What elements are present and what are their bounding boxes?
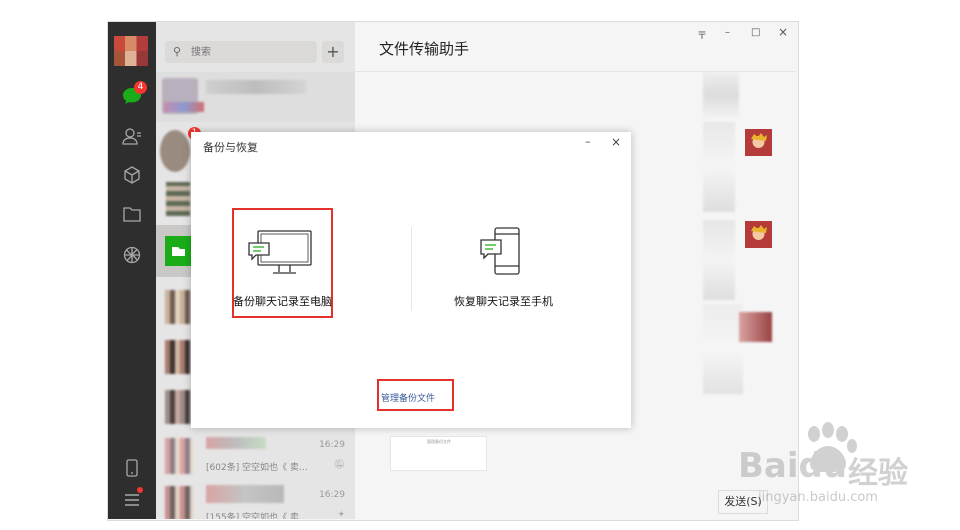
menu-dot — [137, 487, 143, 493]
pin-window-button[interactable]: 〒 — [697, 27, 707, 42]
menu-icon[interactable] — [120, 487, 144, 512]
dialog-minimize-button[interactable]: – — [585, 135, 591, 148]
unread-badge: 4 — [134, 81, 147, 94]
chat-title: 文件传输助手 — [379, 40, 470, 58]
dialog-close-button[interactable]: × — [611, 135, 621, 149]
phone-icon[interactable] — [120, 456, 144, 480]
baidu-watermark: Baidu 经验 jingyan.baidu.com — [728, 420, 948, 520]
avatar — [745, 129, 772, 156]
backup-restore-dialog: 备份与恢复 – × 备份聊天记录至电脑 恢复聊天记录至手机 管理备份文件 — [191, 132, 631, 428]
baidu-brand: Baidu — [738, 446, 848, 486]
chat-preview: [602条] 空空如也《 卖… — [206, 463, 308, 473]
chat-preview: [155条] 空空如也《 卖… — [206, 513, 308, 519]
avatar — [739, 312, 772, 342]
avatar — [745, 221, 772, 248]
baidu-brand-cn: 经验 — [848, 456, 908, 491]
list-item[interactable]: 16:29 [155条] 空空如也《 卖… ✦ — [156, 482, 355, 519]
message-bubble — [703, 122, 735, 212]
mute-icon: 🔕︎ — [333, 460, 345, 470]
window-minimize-button[interactable]: – — [725, 27, 730, 38]
backup-to-pc-label: 备份聊天记录至电脑 — [233, 295, 332, 308]
dialog-title: 备份与恢复 — [203, 141, 258, 154]
window-close-button[interactable]: × — [778, 25, 788, 39]
pin-icon: ✦ — [337, 510, 345, 519]
add-chat-button[interactable]: + — [322, 41, 344, 63]
restore-to-phone-label[interactable]: 恢复聊天记录至手机 — [454, 293, 553, 309]
message-bubble — [703, 72, 739, 118]
chat-icon[interactable]: 4 — [120, 81, 147, 108]
message-bubble — [703, 304, 743, 394]
phone-icon[interactable] — [479, 226, 523, 282]
list-item[interactable]: 16:29 [602条] 空空如也《 卖… 🔕︎ — [156, 432, 355, 482]
file-thumbnail[interactable]: 管理备份文件 — [390, 436, 487, 471]
manage-backup-link[interactable]: 管理备份文件 — [381, 391, 435, 404]
favorites-icon[interactable] — [120, 163, 144, 187]
contacts-icon[interactable] — [120, 124, 144, 148]
folder-icon[interactable] — [120, 202, 144, 226]
sidebar: 4 — [108, 22, 156, 519]
search-input[interactable] — [189, 43, 313, 61]
baidu-url: jingyan.baidu.com — [758, 490, 878, 505]
chat-time: 16:29 — [319, 440, 345, 450]
monitor-icon — [247, 229, 315, 281]
window-maximize-button[interactable]: □ — [751, 27, 760, 38]
moments-icon[interactable] — [120, 243, 144, 267]
chat-time: 16:29 — [319, 490, 345, 500]
file-transfer-icon — [165, 236, 191, 266]
search-icon: ⚲ — [173, 45, 182, 58]
search-box[interactable]: ⚲ — [165, 41, 317, 63]
list-item[interactable] — [156, 72, 355, 122]
avatar[interactable] — [114, 36, 148, 66]
divider — [411, 227, 412, 311]
message-bubble — [703, 220, 735, 300]
